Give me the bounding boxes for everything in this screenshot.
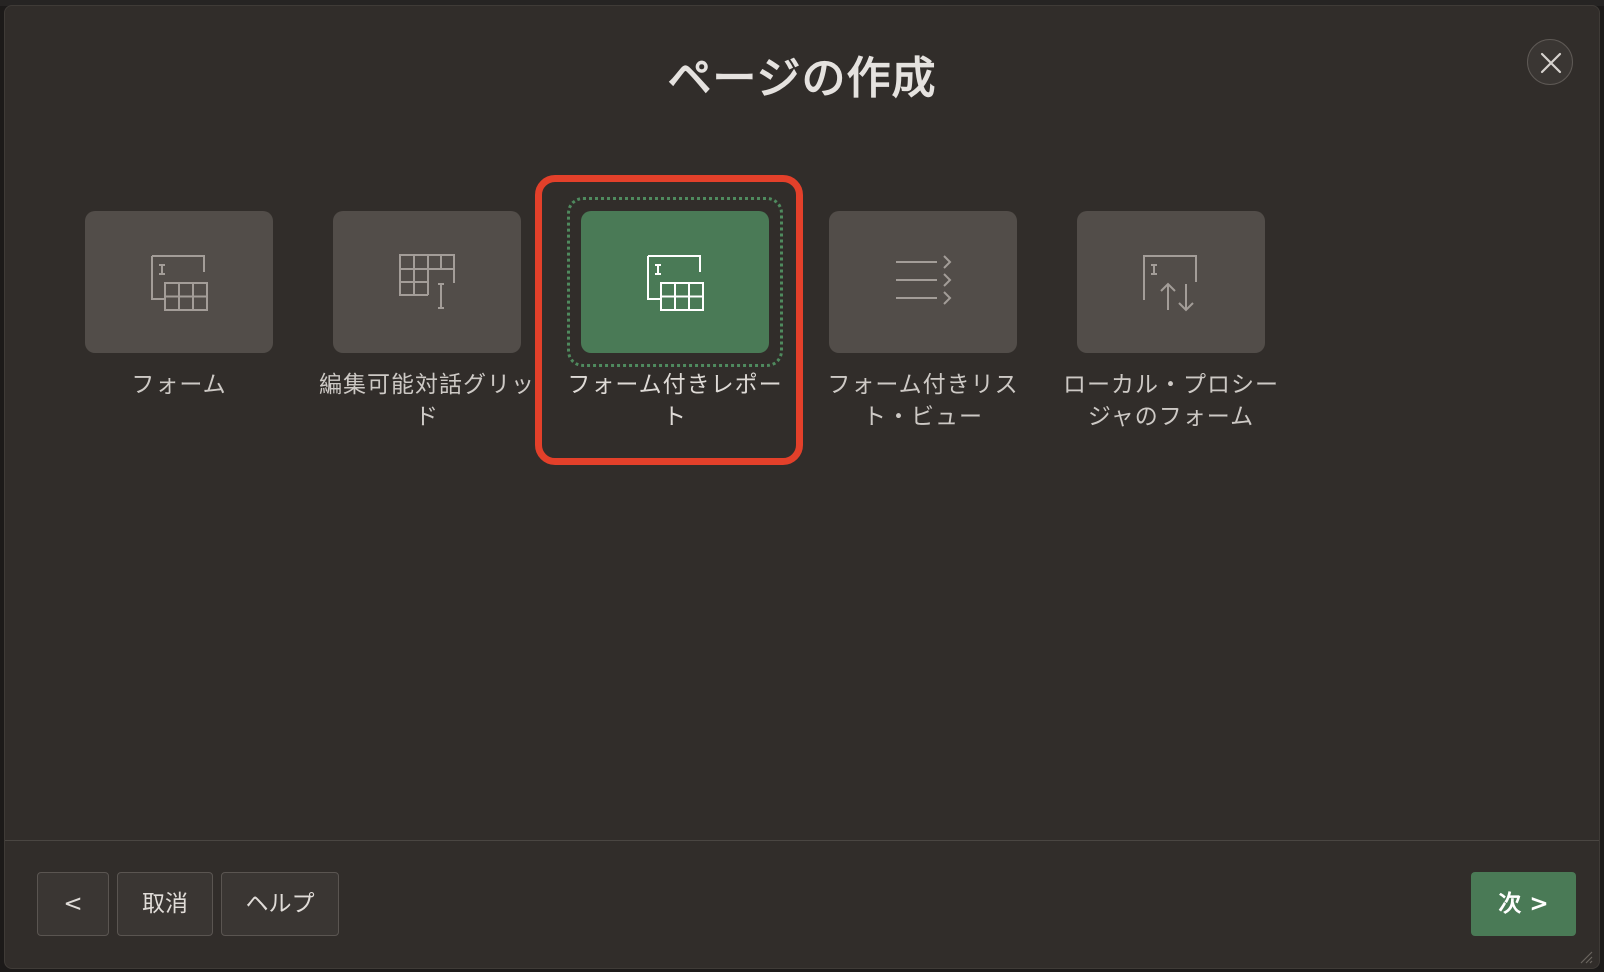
back-button[interactable]: < — [37, 872, 109, 936]
footer-divider — [5, 840, 1599, 841]
tile-interactive-grid-box[interactable] — [333, 211, 521, 353]
tile-list-view-label: フォーム付きリスト・ビュー — [827, 372, 1019, 430]
dialog-title: ページの作成 — [667, 53, 937, 104]
tile-procedure-form-box[interactable] — [1077, 211, 1265, 353]
interactive-grid-icon — [399, 254, 455, 309]
tile-procedure-form-label: ローカル・プロシージャのフォーム — [1063, 372, 1279, 430]
procedure-form-icon — [1143, 255, 1197, 312]
tile-list-view-box[interactable] — [829, 211, 1017, 353]
close-icon — [1540, 52, 1562, 74]
annotation-highlight — [535, 175, 803, 465]
close-button[interactable] — [1527, 39, 1573, 85]
resize-grip-icon[interactable] — [1579, 950, 1593, 964]
next-button[interactable]: 次 > — [1471, 872, 1576, 936]
tile-form-box[interactable] — [85, 211, 273, 353]
form-icon — [151, 255, 208, 311]
create-page-dialog: ページの作成 フォーム 編集可能対話グリッド フォーム付きレポート フォーム付き… — [4, 5, 1600, 969]
list-view-icon — [896, 255, 952, 305]
tile-interactive-grid-label: 編集可能対話グリッド — [319, 372, 535, 430]
tile-form-label: フォーム — [131, 372, 227, 398]
help-button[interactable]: ヘルプ — [221, 872, 339, 936]
cancel-button[interactable]: 取消 — [117, 872, 213, 936]
